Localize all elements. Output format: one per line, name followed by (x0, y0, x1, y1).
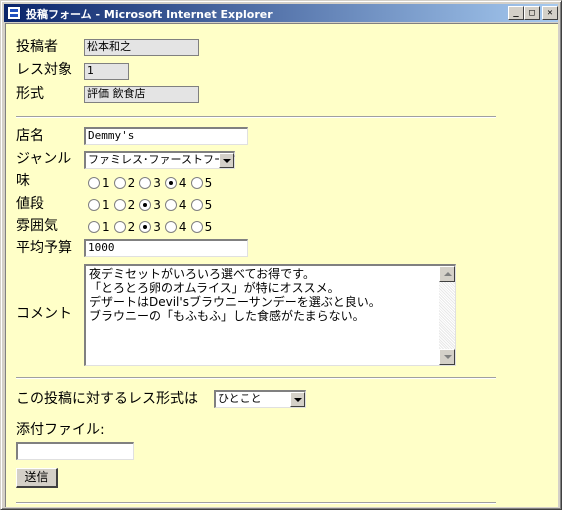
radio-option-label: 3 (153, 176, 161, 190)
author-label: 投稿者 (16, 39, 58, 55)
radio-button[interactable] (139, 199, 152, 211)
genre-select-value: ファミレス･ファーストフード (88, 153, 236, 166)
submit-button[interactable]: 送信 (16, 468, 58, 488)
radio-button[interactable] (88, 199, 100, 211)
comment-line: 夜デミセットがいろいろ選べてお得です。 (89, 267, 315, 281)
radio-option-label: 1 (102, 176, 110, 190)
radio-option-label: 4 (178, 198, 187, 212)
radio-option[interactable]: 3 (139, 198, 162, 212)
author-field: 松本和之 (84, 39, 199, 56)
radio-button[interactable] (88, 177, 100, 189)
radio-option[interactable]: 5 (190, 220, 214, 234)
radio-option-label: 5 (204, 220, 213, 234)
atmosphere-label: 雰囲気 (16, 218, 58, 234)
radio-option-label: 5 (204, 176, 213, 190)
radio-option[interactable]: 2 (113, 198, 137, 212)
price-radio-group: 1 2 3 4 5 (88, 197, 216, 213)
format-label: 形式 (16, 86, 44, 102)
radio-option[interactable]: 4 (164, 220, 188, 234)
comment-label: コメント (16, 306, 72, 322)
comment-textarea[interactable]: 夜デミセットがいろいろ選べてお得です。 「とろとろ卵のオムライス」が特にオススメ。… (84, 264, 456, 366)
radio-button[interactable] (164, 199, 177, 211)
radio-button[interactable] (113, 177, 126, 189)
scroll-up-icon[interactable] (439, 266, 455, 282)
radio-button[interactable] (164, 221, 177, 233)
radio-option-label: 1 (102, 198, 110, 212)
radio-button[interactable] (164, 177, 177, 189)
genre-select[interactable]: ファミレス･ファーストフード (84, 151, 236, 169)
chevron-down-icon[interactable] (290, 392, 305, 407)
shop-name-label: 店名 (16, 128, 44, 144)
divider-3 (16, 502, 496, 504)
reply-target-field: 1 (84, 63, 129, 80)
radio-button[interactable] (139, 177, 152, 189)
form-page: 投稿者 松本和之 レス対象 1 形式 評価 飲食店 店名 Demmy's ジャン… (5, 23, 558, 507)
radio-button[interactable] (190, 177, 203, 189)
radio-button[interactable] (88, 221, 100, 233)
comment-scrollbar[interactable] (439, 266, 455, 365)
radio-option[interactable]: 2 (113, 220, 137, 234)
budget-input[interactable]: 1000 (84, 239, 248, 257)
radio-button[interactable] (113, 221, 126, 233)
radio-option[interactable]: 3 (139, 220, 162, 234)
radio-option[interactable]: 1 (88, 198, 111, 212)
comment-text: 夜デミセットがいろいろ選べてお得です。 「とろとろ卵のオムライス」が特にオススメ。… (89, 267, 439, 323)
radio-button[interactable] (113, 199, 126, 211)
window-title: 投稿フォーム - Microsoft Internet Explorer (26, 8, 273, 21)
radio-option-label: 5 (204, 198, 213, 212)
maximize-button[interactable]: □ (524, 6, 540, 20)
shop-name-input[interactable]: Demmy's (84, 127, 248, 145)
scroll-down-icon[interactable] (439, 349, 455, 365)
format-field: 評価 飲食店 (84, 86, 199, 103)
radio-option-label: 4 (178, 176, 187, 190)
divider-2 (16, 377, 496, 379)
reply-format-label: この投稿に対するレス形式は (16, 391, 198, 407)
radio-button[interactable] (190, 199, 203, 211)
comment-line: デザートはDevil'sブラウニーサンデーを選ぶと良い。 (89, 295, 381, 309)
radio-option[interactable]: 4 (164, 198, 188, 212)
radio-option[interactable]: 1 (88, 220, 111, 234)
chevron-down-icon[interactable] (219, 153, 234, 168)
reply-format-select[interactable]: ひとこと (214, 390, 306, 408)
budget-label: 平均予算 (16, 240, 72, 256)
attachment-label: 添付ファイル: (16, 422, 105, 438)
taste-radio-group: 1 2 3 4 5 (88, 175, 216, 191)
reply-target-label: レス対象 (16, 62, 72, 78)
radio-option-label: 1 (102, 220, 110, 234)
radio-option-label: 4 (178, 220, 187, 234)
close-button[interactable]: ✕ (542, 6, 558, 20)
radio-option[interactable]: 4 (164, 176, 188, 190)
divider-1 (16, 116, 496, 118)
radio-button[interactable] (190, 221, 203, 233)
radio-option-label: 3 (153, 220, 161, 234)
radio-option[interactable]: 5 (190, 198, 214, 212)
form-app-icon (7, 6, 21, 20)
atmosphere-radio-group: 1 2 3 4 5 (88, 219, 216, 235)
reply-format-value: ひとこと (218, 392, 262, 405)
radio-option[interactable]: 1 (88, 176, 111, 190)
comment-line: 「とろとろ卵のオムライス」が特にオススメ。 (89, 281, 340, 295)
genre-label: ジャンル (16, 151, 72, 167)
title-bar[interactable]: 投稿フォーム - Microsoft Internet Explorer _ □… (4, 4, 558, 22)
radio-option-label: 2 (127, 220, 136, 234)
attachment-input[interactable] (16, 442, 134, 460)
comment-line: ブラウニーの「もふもふ」した食感がたまらない。 (89, 309, 365, 323)
radio-button[interactable] (139, 221, 152, 233)
radio-option[interactable]: 5 (190, 176, 214, 190)
radio-option[interactable]: 2 (113, 176, 137, 190)
radio-option-label: 3 (153, 198, 161, 212)
radio-option[interactable]: 3 (139, 176, 162, 190)
minimize-button[interactable]: _ (508, 6, 524, 20)
radio-option-label: 2 (127, 176, 136, 190)
browser-window: 投稿フォーム - Microsoft Internet Explorer _ □… (0, 0, 562, 510)
radio-option-label: 2 (127, 198, 136, 212)
price-label: 値段 (16, 196, 44, 212)
taste-label: 味 (16, 173, 30, 189)
